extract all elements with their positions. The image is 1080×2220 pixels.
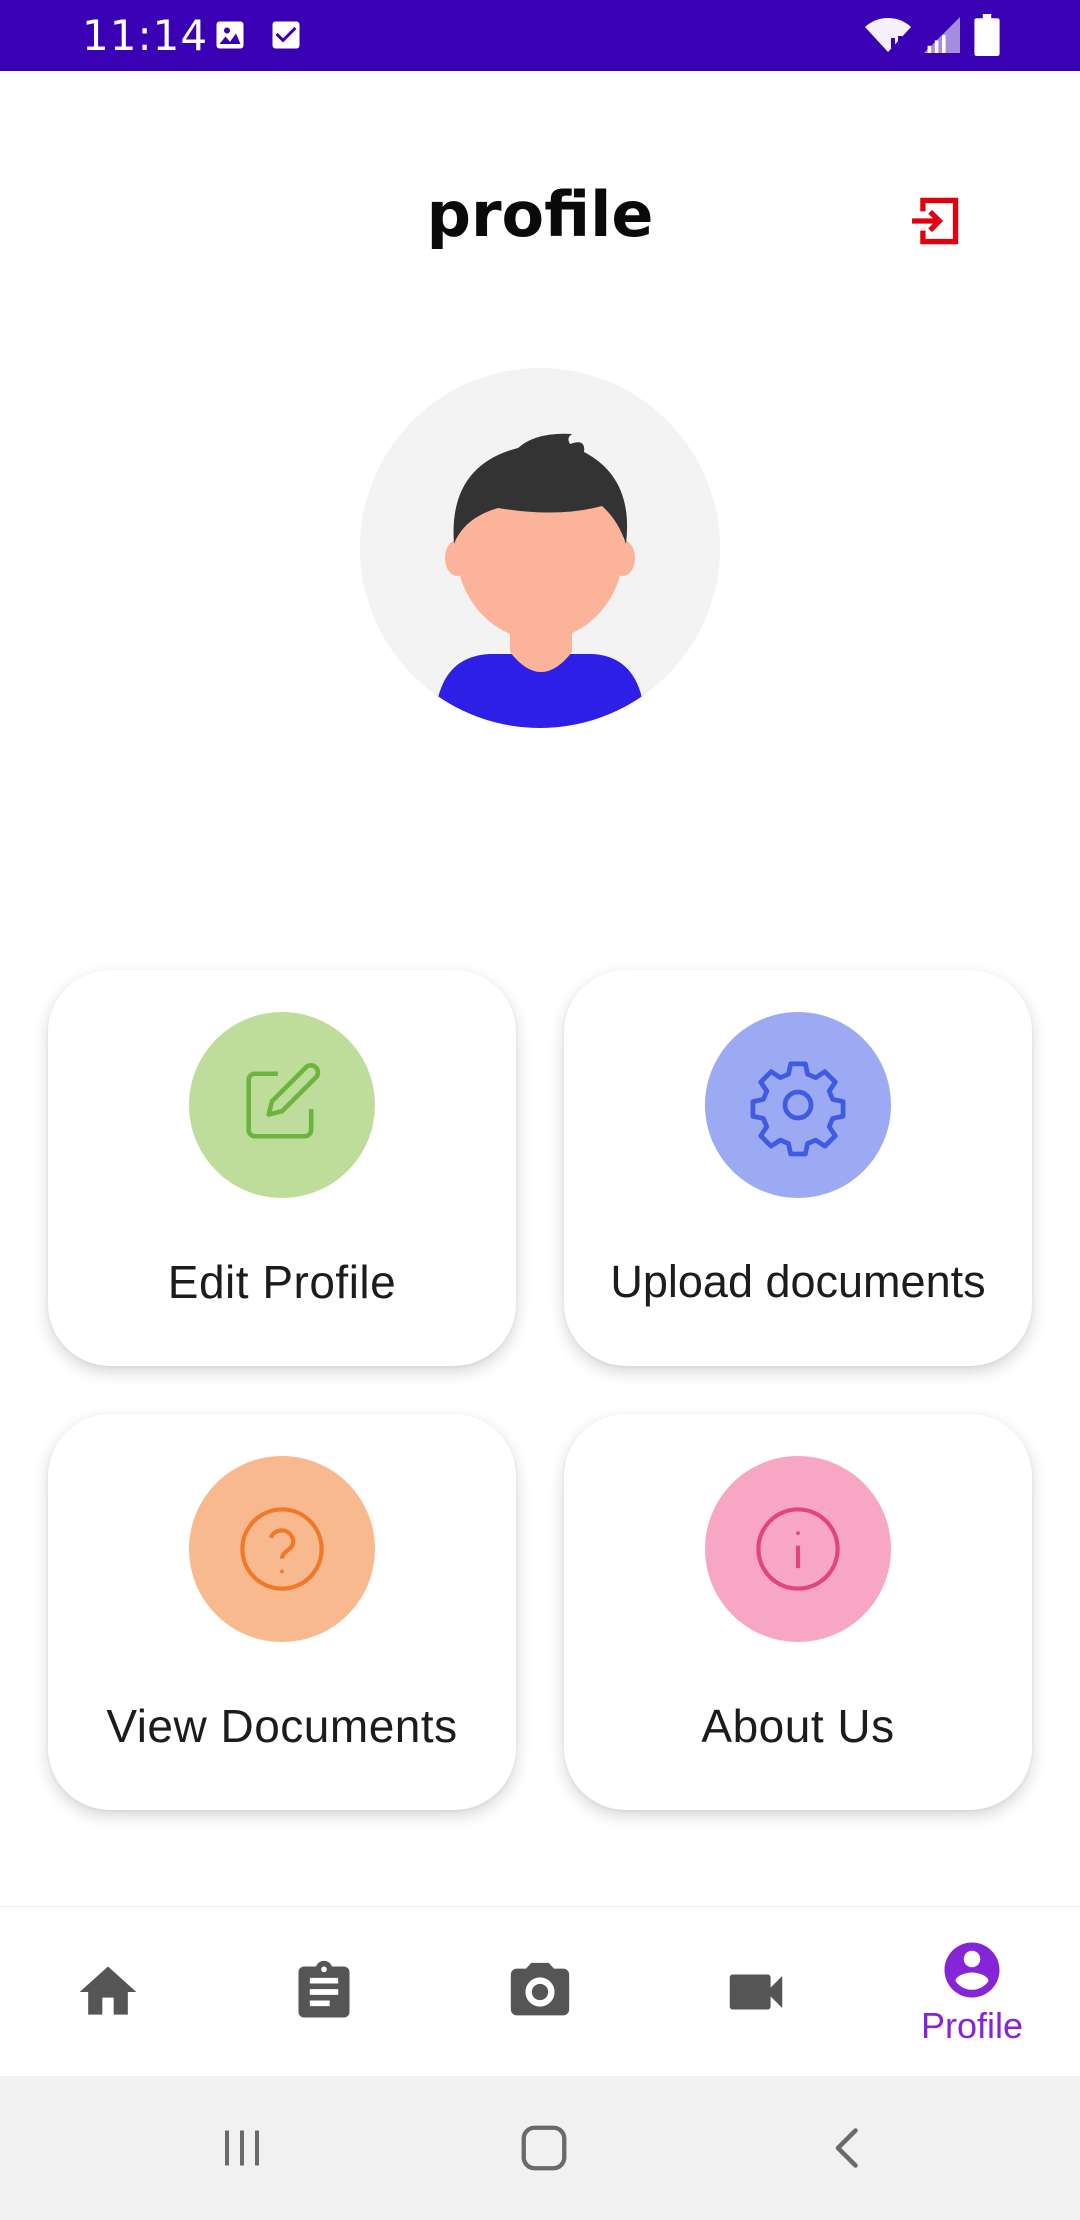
battery-icon [974,14,1000,56]
nav-profile-label: Profile [920,2005,1024,2046]
edit-icon [246,1063,321,1139]
avatar[interactable] [360,368,720,728]
wifi-icon [865,18,911,52]
upload-documents-icon-circle [705,1012,891,1198]
nav-camera[interactable] [432,1907,648,2077]
view-documents-label: View Documents [106,1700,458,1752]
image-icon [216,21,244,49]
profile-icon [944,1942,1000,1998]
back-button[interactable] [768,2076,928,2220]
nav-video[interactable] [648,1907,864,2077]
edit-profile-label: Edit Profile [167,1256,397,1308]
status-time: 11:14 [82,11,209,60]
user-avatar-illustration [438,433,642,728]
view-documents-card[interactable]: View Documents [48,1414,516,1810]
nav-profile[interactable]: Profile [864,1907,1080,2077]
logout-button[interactable] [904,190,966,252]
system-nav-bar [0,2076,1080,2220]
recent-apps-button[interactable] [162,2076,322,2220]
info-icon [756,1507,840,1591]
signal-icon [924,17,960,53]
logout-icon [912,197,959,245]
nav-home[interactable] [0,1907,216,2077]
about-us-icon-circle [705,1456,891,1642]
recent-apps-icon [225,2130,259,2166]
status-bar: 11:14 [0,0,1080,71]
gear-icon [750,1061,846,1157]
checkbox-icon [272,21,300,49]
home-button-icon [521,2125,567,2171]
edit-profile-card[interactable]: Edit Profile [48,970,516,1366]
clipboard-icon [298,1960,350,2018]
about-us-label: About Us [701,1700,895,1752]
back-icon [835,2128,858,2168]
view-documents-icon-circle [189,1456,375,1642]
home-button[interactable] [464,2076,624,2220]
camera-icon [510,1962,570,2016]
upload-documents-card[interactable]: Upload documents [564,970,1032,1366]
edit-profile-icon-circle [189,1012,375,1198]
bottom-nav: Profile [0,1906,1080,2076]
help-icon [240,1507,324,1591]
home-icon [79,1966,137,2015]
about-us-card[interactable]: About Us [564,1414,1032,1810]
video-icon [729,1974,783,2010]
nav-tasks[interactable] [216,1907,432,2077]
upload-documents-label: Upload documents [610,1256,986,1307]
